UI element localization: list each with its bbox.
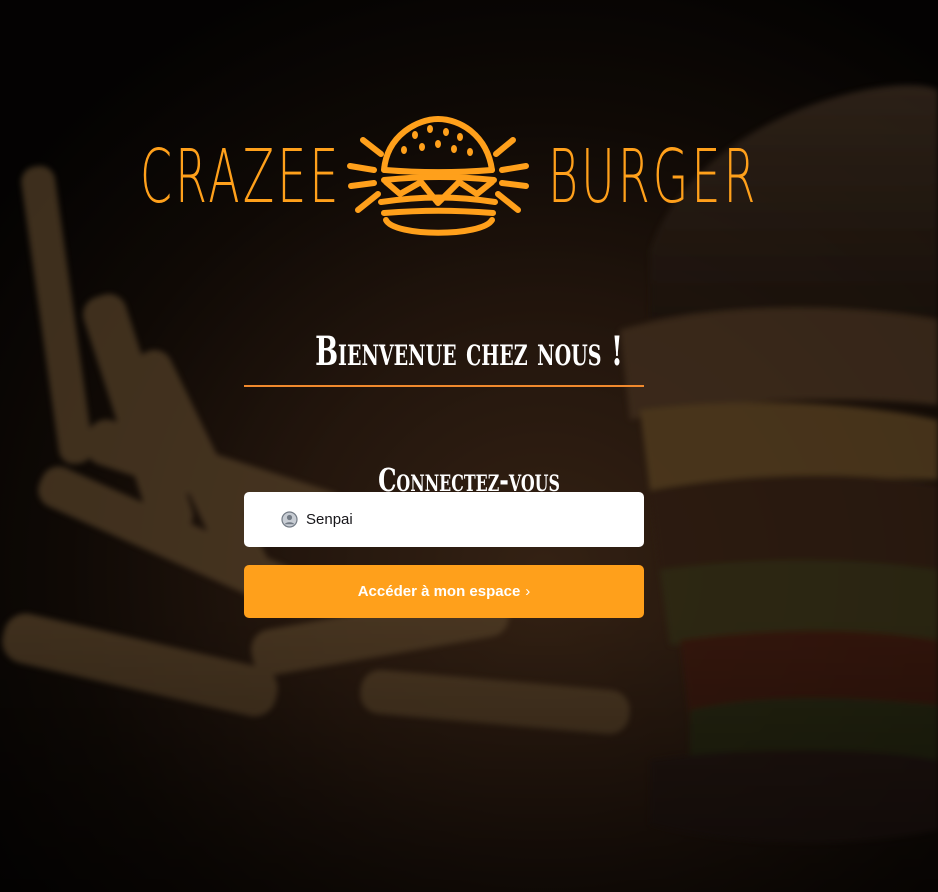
brand-name-left: CRAZEE <box>140 134 342 220</box>
burger-icon <box>342 112 534 242</box>
brand-logo: CRAZEE BURGER <box>0 112 938 242</box>
welcome-divider <box>244 385 644 387</box>
access-account-button[interactable]: Accéder à mon espace › <box>244 565 644 618</box>
chevron-right-icon: › <box>525 583 531 600</box>
welcome-heading: Bienvenue chez nous ! <box>315 327 623 375</box>
username-field[interactable] <box>244 492 644 547</box>
user-circle-icon <box>281 511 298 528</box>
username-input[interactable] <box>306 492 626 547</box>
login-page: CRAZEE BURGER Bienvenue chez nous ! Conn… <box>0 0 938 892</box>
brand-name-right: BURGER <box>548 134 759 220</box>
access-account-label: Accéder à mon espace <box>357 583 521 600</box>
